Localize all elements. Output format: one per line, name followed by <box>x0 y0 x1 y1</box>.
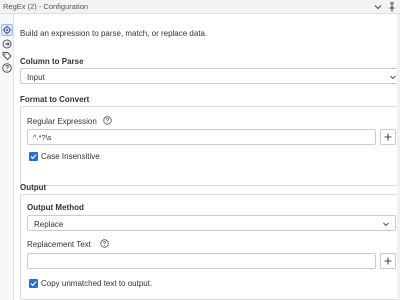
help-icon[interactable] <box>103 116 112 125</box>
regular-expression-label: Regular Expression <box>27 117 97 126</box>
checkmark-icon <box>30 281 37 287</box>
plus-icon <box>384 257 392 265</box>
help-icon[interactable] <box>100 239 109 248</box>
replacement-text-input[interactable] <box>27 253 376 269</box>
window-title: RegEx (2) - Configuration <box>3 2 89 11</box>
gear-icon[interactable] <box>1 24 13 36</box>
regular-expression-value: ^.*?\s <box>33 133 52 142</box>
column-to-parse-dropdown[interactable]: Input <box>20 68 400 84</box>
help-icon[interactable] <box>1 62 13 74</box>
tool-description: Build an expression to parse, match, or … <box>20 29 208 38</box>
workflow-icon[interactable] <box>1 38 13 50</box>
copy-unmatched-label: Copy unmatched text to output. <box>41 279 153 288</box>
copy-unmatched-checkbox[interactable] <box>29 279 38 288</box>
output-method-label: Output Method <box>27 203 84 212</box>
chevron-down-icon <box>382 220 390 228</box>
format-to-convert-panel: Regular Expression ^.*?\s Case Insensiti… <box>20 106 400 186</box>
output-method-value: Replace <box>34 220 64 229</box>
column-to-parse-label: Column to Parse <box>20 57 84 66</box>
replacement-text-label: Replacement Text <box>27 240 91 249</box>
title-bar: RegEx (2) - Configuration <box>0 0 400 14</box>
case-insensitive-label: Case Insensitive <box>41 152 100 161</box>
sidebar <box>0 14 14 300</box>
case-insensitive-checkbox[interactable] <box>29 152 38 161</box>
pin-icon[interactable] <box>386 1 398 13</box>
replacement-insert-button[interactable] <box>380 253 396 269</box>
regular-expression-input[interactable]: ^.*?\s <box>27 129 376 145</box>
output-panel: Output Method Replace Replacement Text C… <box>20 194 400 300</box>
plus-icon <box>384 133 392 141</box>
chevron-down-icon[interactable] <box>372 1 384 13</box>
regex-insert-button[interactable] <box>380 129 396 145</box>
output-method-dropdown[interactable]: Replace <box>27 215 396 231</box>
checkmark-icon <box>30 154 37 160</box>
format-to-convert-label: Format to Convert <box>20 95 90 104</box>
column-to-parse-value: Input <box>27 73 45 82</box>
chevron-down-icon <box>389 73 397 81</box>
configuration-panel: Build an expression to parse, match, or … <box>14 14 400 300</box>
output-label: Output <box>20 183 47 192</box>
tag-icon[interactable] <box>1 50 13 62</box>
